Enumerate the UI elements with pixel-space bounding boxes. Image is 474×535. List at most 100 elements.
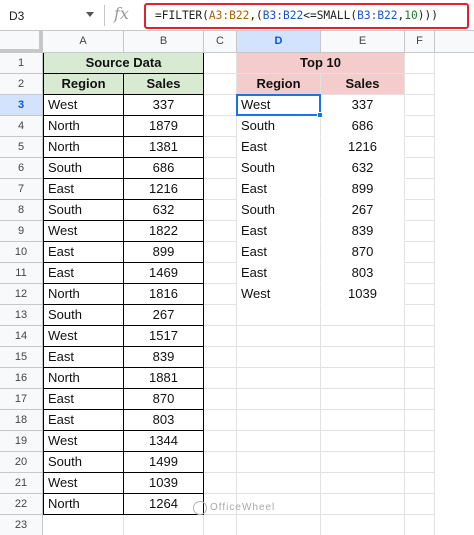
source-sales-cell[interactable]: 1816 [124,284,204,305]
cell-empty[interactable] [237,431,321,452]
source-sales-cell[interactable]: 632 [124,200,204,221]
source-region-cell[interactable]: West [43,95,124,116]
source-sales-cell[interactable]: 1264 [124,494,204,515]
result-sales-cell[interactable]: 1039 [321,284,405,305]
result-region-cell[interactable]: East [237,137,321,158]
cell-empty[interactable] [405,284,435,305]
result-header-region[interactable]: Region [237,74,321,95]
cell-empty[interactable] [405,347,435,368]
cell-empty[interactable] [237,389,321,410]
cell-empty[interactable] [321,368,405,389]
result-sales-cell[interactable]: 686 [321,116,405,137]
source-sales-cell[interactable]: 1517 [124,326,204,347]
result-region-cell[interactable]: East [237,242,321,263]
cell-empty[interactable] [204,515,237,535]
result-header-sales[interactable]: Sales [321,74,405,95]
source-region-cell[interactable]: North [43,137,124,158]
row-header-18[interactable]: 18 [0,410,43,431]
row-header-17[interactable]: 17 [0,389,43,410]
column-header-e[interactable]: E [321,31,405,53]
source-region-cell[interactable]: West [43,326,124,347]
result-sales-cell[interactable]: 839 [321,221,405,242]
cell-empty[interactable] [204,242,237,263]
source-region-cell[interactable]: North [43,494,124,515]
result-sales-cell[interactable]: 632 [321,158,405,179]
result-sales-cell[interactable]: 803 [321,263,405,284]
row-header-2[interactable]: 2 [0,74,43,95]
source-title[interactable]: Source Data [43,53,204,74]
row-header-1[interactable]: 1 [0,53,43,74]
source-region-cell[interactable]: West [43,221,124,242]
row-header-19[interactable]: 19 [0,431,43,452]
source-sales-cell[interactable]: 1381 [124,137,204,158]
cell-empty[interactable] [237,347,321,368]
cell-empty[interactable] [405,137,435,158]
source-header-region[interactable]: Region [43,74,124,95]
cell-empty[interactable] [204,74,237,95]
row-header-22[interactable]: 22 [0,494,43,515]
cell-empty[interactable] [237,305,321,326]
cell-empty[interactable] [405,242,435,263]
source-region-cell[interactable]: East [43,347,124,368]
cell-empty[interactable] [321,347,405,368]
cell-empty[interactable] [405,53,435,74]
source-region-cell[interactable]: South [43,158,124,179]
source-region-cell[interactable]: South [43,200,124,221]
source-sales-cell[interactable]: 1881 [124,368,204,389]
chevron-down-icon[interactable] [86,12,94,17]
column-header-f[interactable]: F [405,31,435,53]
cell-empty[interactable] [124,515,204,535]
cell-empty[interactable] [405,179,435,200]
cell-empty[interactable] [204,221,237,242]
row-header-5[interactable]: 5 [0,137,43,158]
cell-empty[interactable] [405,158,435,179]
cell-empty[interactable] [237,452,321,473]
cell-empty[interactable] [237,368,321,389]
cell-empty[interactable] [405,431,435,452]
source-sales-cell[interactable]: 1499 [124,452,204,473]
row-header-10[interactable]: 10 [0,242,43,263]
source-region-cell[interactable]: South [43,452,124,473]
select-all-corner[interactable] [0,31,43,53]
row-header-23[interactable]: 23 [0,515,43,535]
source-sales-cell[interactable]: 1344 [124,431,204,452]
row-header-8[interactable]: 8 [0,200,43,221]
source-region-cell[interactable]: North [43,368,124,389]
result-region-cell[interactable]: South [237,158,321,179]
result-title[interactable]: Top 10 [237,53,405,74]
row-header-16[interactable]: 16 [0,368,43,389]
source-sales-cell[interactable]: 1469 [124,263,204,284]
cell-empty[interactable] [204,347,237,368]
result-region-cell[interactable]: East [237,179,321,200]
row-header-21[interactable]: 21 [0,473,43,494]
cell-empty[interactable] [405,326,435,347]
cell-empty[interactable] [204,452,237,473]
cell-empty[interactable] [405,473,435,494]
row-header-12[interactable]: 12 [0,284,43,305]
cell-empty[interactable] [321,494,405,515]
cell-empty[interactable] [43,515,124,535]
cell-empty[interactable] [204,116,237,137]
cell-empty[interactable] [405,515,435,535]
source-sales-cell[interactable]: 1216 [124,179,204,200]
result-region-cell[interactable]: South [237,200,321,221]
column-header-c[interactable]: C [204,31,237,53]
source-sales-cell[interactable]: 267 [124,305,204,326]
source-region-cell[interactable]: South [43,305,124,326]
row-header-13[interactable]: 13 [0,305,43,326]
cell-empty[interactable] [237,473,321,494]
cell-empty[interactable] [204,431,237,452]
row-header-6[interactable]: 6 [0,158,43,179]
source-region-cell[interactable]: East [43,242,124,263]
column-header-a[interactable]: A [43,31,124,53]
source-sales-cell[interactable]: 1822 [124,221,204,242]
row-header-14[interactable]: 14 [0,326,43,347]
cell-empty[interactable] [204,53,237,74]
row-header-20[interactable]: 20 [0,452,43,473]
cell-empty[interactable] [405,389,435,410]
cell-empty[interactable] [405,410,435,431]
cell-empty[interactable] [405,221,435,242]
cell-empty[interactable] [405,95,435,116]
result-sales-cell[interactable]: 1216 [321,137,405,158]
column-header-b[interactable]: B [124,31,204,53]
